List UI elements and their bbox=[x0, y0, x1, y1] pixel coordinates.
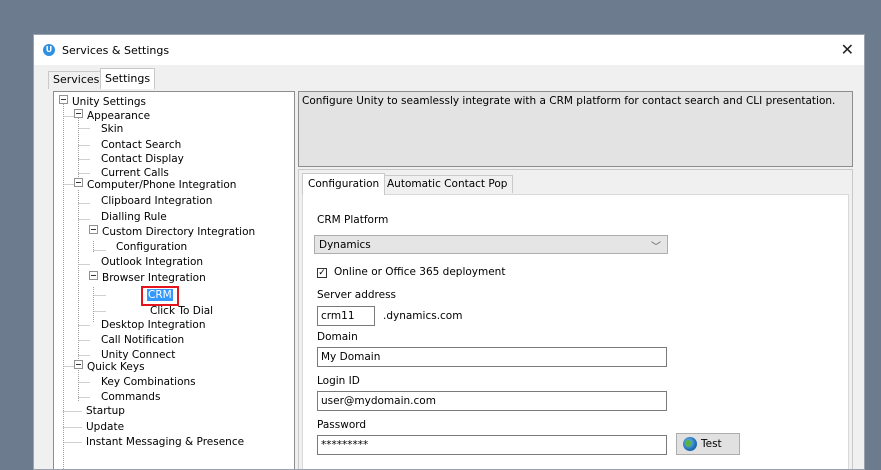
tree-item-label: Quick Keys bbox=[87, 361, 145, 373]
close-icon[interactable]: ✕ bbox=[841, 40, 854, 59]
settings-tree[interactable]: Unity Settings Appearance Skin Contact S… bbox=[53, 91, 295, 469]
collapse-icon[interactable] bbox=[59, 95, 68, 104]
tree-item-unity-settings[interactable]: Unity Settings bbox=[59, 95, 146, 109]
tree-item-call-notification[interactable]: Call Notification bbox=[101, 333, 184, 347]
server-address-field[interactable]: crm11 bbox=[317, 306, 375, 326]
chevron-down-icon: ﹀ bbox=[651, 242, 661, 253]
tree-item-dialling-rule[interactable]: Dialling Rule bbox=[101, 210, 167, 224]
online-deployment-checkbox[interactable]: ✓ bbox=[317, 268, 327, 278]
tree-item-configuration[interactable]: Configuration bbox=[116, 240, 187, 254]
test-button-label: Test bbox=[701, 438, 722, 450]
description-panel: Configure Unity to seamlessly integrate … bbox=[298, 91, 853, 167]
highlight-box bbox=[141, 286, 179, 306]
tree-item-outlook-integration[interactable]: Outlook Integration bbox=[101, 255, 203, 269]
title-bar[interactable]: U Services & Settings ✕ bbox=[34, 35, 864, 65]
tree-item-custom-directory-integration[interactable]: Custom Directory Integration bbox=[89, 225, 255, 239]
config-panel: Configuration Automatic Contact Pop CRM … bbox=[298, 169, 853, 469]
tab-configuration[interactable]: Configuration bbox=[302, 173, 386, 195]
tree-item-contact-display[interactable]: Contact Display bbox=[101, 152, 184, 166]
configuration-tab-body: CRM Platform Dynamics ﹀ ✓ Online or Offi… bbox=[302, 194, 849, 469]
server-suffix-label: .dynamics.com bbox=[383, 310, 463, 322]
tree-item-desktop-integration[interactable]: Desktop Integration bbox=[101, 318, 206, 332]
tree-item-clipboard-integration[interactable]: Clipboard Integration bbox=[101, 194, 212, 208]
crm-platform-dropdown[interactable]: Dynamics ﹀ bbox=[314, 235, 668, 254]
collapse-icon[interactable] bbox=[74, 109, 83, 118]
tree-item-startup[interactable]: Startup bbox=[86, 404, 125, 418]
online-deployment-label: Online or Office 365 deployment bbox=[334, 266, 506, 278]
tab-automatic-contact-pop[interactable]: Automatic Contact Pop bbox=[381, 175, 514, 193]
tree-item-quick-keys[interactable]: Quick Keys bbox=[74, 360, 145, 374]
tree-item-label: Unity Settings bbox=[72, 96, 146, 108]
password-label: Password bbox=[317, 419, 367, 431]
tree-item-key-combinations[interactable]: Key Combinations bbox=[101, 375, 196, 389]
tree-item-label: Appearance bbox=[87, 110, 151, 122]
tree-item-update[interactable]: Update bbox=[86, 420, 124, 434]
tree-item-label: Browser Integration bbox=[102, 272, 206, 284]
crm-platform-label: CRM Platform bbox=[317, 214, 389, 226]
tree-item-computer-phone-integration[interactable]: Computer/Phone Integration bbox=[74, 178, 236, 192]
collapse-icon[interactable] bbox=[74, 178, 83, 187]
tree-item-instant-messaging-presence[interactable]: Instant Messaging & Presence bbox=[86, 435, 244, 449]
globe-icon bbox=[683, 437, 697, 451]
tree-item-appearance[interactable]: Appearance bbox=[74, 109, 150, 123]
password-field[interactable]: ********* bbox=[317, 435, 667, 455]
domain-label: Domain bbox=[317, 331, 358, 343]
tree-item-label: Computer/Phone Integration bbox=[87, 179, 237, 191]
tab-services[interactable]: Services bbox=[48, 71, 105, 89]
login-id-label: Login ID bbox=[317, 375, 360, 387]
tab-settings[interactable]: Settings bbox=[100, 68, 156, 89]
server-address-label: Server address bbox=[317, 289, 397, 301]
tree-item-click-to-dial[interactable]: Click To Dial bbox=[150, 304, 213, 318]
tree-item-commands[interactable]: Commands bbox=[101, 390, 160, 404]
collapse-icon[interactable] bbox=[89, 225, 98, 234]
collapse-icon[interactable] bbox=[74, 360, 83, 369]
tree-item-skin[interactable]: Skin bbox=[101, 122, 123, 136]
unity-app-icon: U bbox=[43, 44, 55, 56]
domain-field[interactable]: My Domain bbox=[317, 347, 667, 367]
tree-item-label: Custom Directory Integration bbox=[102, 226, 256, 238]
window-title: Services & Settings bbox=[62, 44, 170, 57]
settings-window: U Services & Settings ✕ Services Setting… bbox=[33, 34, 865, 470]
tree-item-contact-search[interactable]: Contact Search bbox=[101, 138, 181, 152]
crm-platform-value: Dynamics bbox=[319, 239, 371, 251]
tree-item-browser-integration[interactable]: Browser Integration bbox=[89, 271, 206, 285]
test-button[interactable]: Test bbox=[676, 433, 740, 455]
login-id-field[interactable]: user@mydomain.com bbox=[317, 391, 667, 411]
description-text: Configure Unity to seamlessly integrate … bbox=[302, 95, 836, 107]
collapse-icon[interactable] bbox=[89, 271, 98, 280]
